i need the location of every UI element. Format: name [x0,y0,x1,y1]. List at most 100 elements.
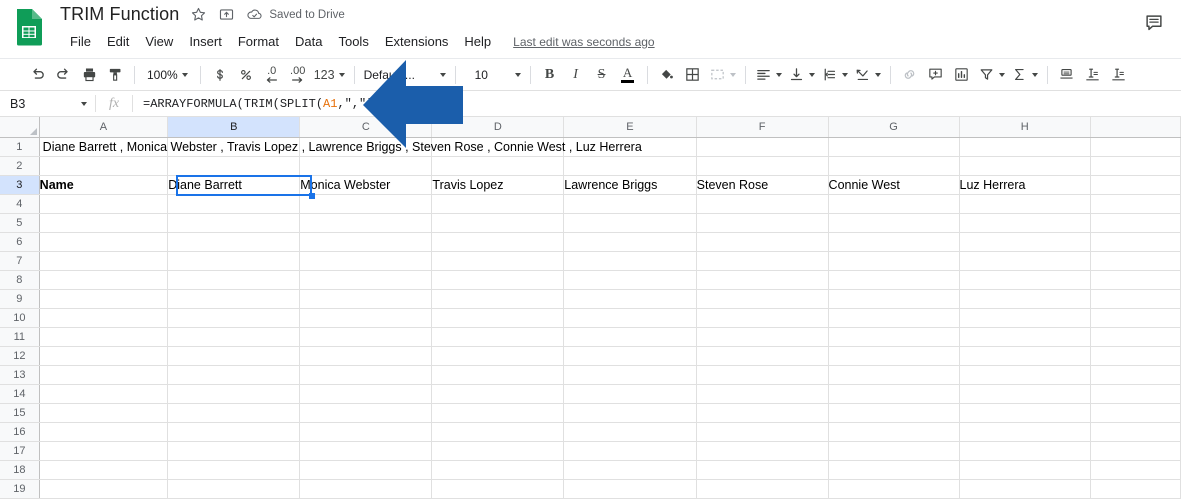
cell-C17[interactable] [299,441,433,461]
cell-C9[interactable] [299,289,433,309]
cell-G14[interactable] [828,384,960,404]
cell-E8[interactable] [563,270,697,290]
row-header-10[interactable]: 10 [0,308,40,328]
cell-F7[interactable] [696,251,829,271]
vertical-align-icon[interactable] [785,62,818,88]
cell-G15[interactable] [828,403,960,423]
cell-B15[interactable] [167,403,301,423]
row-header-7[interactable]: 7 [0,251,40,271]
cell-B12[interactable] [167,346,301,366]
cell-D6[interactable] [431,232,565,252]
column-header-d[interactable]: D [431,117,565,138]
select-all-corner[interactable] [0,117,40,138]
row-header-5[interactable]: 5 [0,213,40,233]
cell-F19[interactable] [696,479,829,499]
cell-E15[interactable] [563,403,697,423]
cell-E6[interactable] [563,232,697,252]
menu-tools[interactable]: Tools [330,31,376,52]
star-outline-icon[interactable] [190,6,207,23]
cell-D12[interactable] [431,346,565,366]
cell-H5[interactable] [959,213,1092,233]
ungroup-icon[interactable] [1106,62,1132,88]
cell-B6[interactable] [167,232,301,252]
number-format-selector[interactable]: 123 [311,62,348,88]
cell-C7[interactable] [299,251,433,271]
cell-D18[interactable] [431,460,565,480]
cell-D3[interactable]: Travis Lopez [431,175,565,195]
font-size-selector[interactable]: 10 [462,62,524,88]
cell-C13[interactable] [299,365,433,385]
cell-E3[interactable]: Lawrence Briggs [563,175,697,195]
menu-edit[interactable]: Edit [99,31,137,52]
merge-cells-icon[interactable] [706,62,739,88]
column-header-g[interactable]: G [828,117,960,138]
cell-H17[interactable] [959,441,1092,461]
cell-H15[interactable] [959,403,1092,423]
cell-H10[interactable] [959,308,1092,328]
cell-E7[interactable] [563,251,697,271]
cell-C3[interactable]: Monica Webster [299,175,433,195]
cell-G12[interactable] [828,346,960,366]
name-box[interactable]: B3 [0,91,95,116]
percent-icon[interactable] [233,62,259,88]
row-header-3[interactable]: 3 [0,175,40,195]
cell-A17[interactable] [39,441,169,461]
cell-G11[interactable] [828,327,960,347]
cell-B11[interactable] [167,327,301,347]
cell-E13[interactable] [563,365,697,385]
column-header-a[interactable]: A [39,117,169,138]
text-color-button[interactable]: A [615,62,641,88]
cell-A6[interactable] [39,232,169,252]
row-header-19[interactable]: 19 [0,479,40,499]
cell-E2[interactable] [563,156,697,176]
cell-A16[interactable] [39,422,169,442]
cell-G3[interactable]: Connie West [828,175,960,195]
cell-E11[interactable] [563,327,697,347]
cell-A15[interactable] [39,403,169,423]
cell-E4[interactable] [563,194,697,214]
cell-F6[interactable] [696,232,829,252]
cell-A13[interactable] [39,365,169,385]
row-header-1[interactable]: 1 [0,137,40,157]
cell-H11[interactable] [959,327,1092,347]
fill-color-icon[interactable] [654,62,680,88]
cell-G13[interactable] [828,365,960,385]
cell-D19[interactable] [431,479,565,499]
cell-C18[interactable] [299,460,433,480]
cell-F4[interactable] [696,194,829,214]
text-wrapping-icon[interactable] [818,62,851,88]
currency-dollar-icon[interactable] [207,62,233,88]
cell-B9[interactable] [167,289,301,309]
cell-G5[interactable] [828,213,960,233]
cell-A4[interactable] [39,194,169,214]
cell-D14[interactable] [431,384,565,404]
cell-H2[interactable] [959,156,1092,176]
last-edit-label[interactable]: Last edit was seconds ago [513,35,654,49]
cell-C16[interactable] [299,422,433,442]
strikethrough-button[interactable]: S [589,62,615,88]
cell-G10[interactable] [828,308,960,328]
cell-B17[interactable] [167,441,301,461]
row-header-4[interactable]: 4 [0,194,40,214]
font-family-selector[interactable]: Default ... [361,62,449,88]
cell-H18[interactable] [959,460,1092,480]
cell-C4[interactable] [299,194,433,214]
cell-B2[interactable] [167,156,301,176]
cell-H1[interactable] [959,137,1092,157]
cell-B13[interactable] [167,365,301,385]
cell-A7[interactable] [39,251,169,271]
row-header-14[interactable]: 14 [0,384,40,404]
menu-format[interactable]: Format [230,31,287,52]
cell-B18[interactable] [167,460,301,480]
cell-A1[interactable]: Diane Barrett , Monica Webster , Travis … [39,137,642,157]
cell-F1[interactable] [696,137,829,157]
row-header-12[interactable]: 12 [0,346,40,366]
move-to-folder-icon[interactable] [218,6,235,23]
cell-B7[interactable] [167,251,301,271]
redo-icon[interactable] [50,62,76,88]
menu-insert[interactable]: Insert [181,31,230,52]
cell-C19[interactable] [299,479,433,499]
cell-A3[interactable]: Name [39,175,169,195]
cell-F10[interactable] [696,308,829,328]
cell-G7[interactable] [828,251,960,271]
